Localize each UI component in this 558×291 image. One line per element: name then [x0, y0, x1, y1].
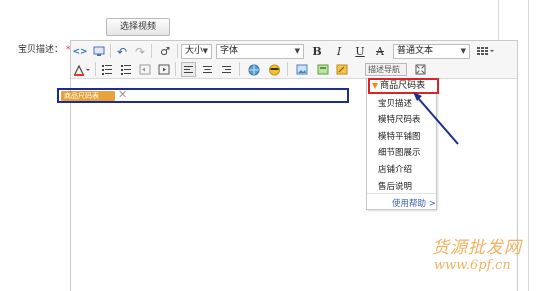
watermark-text: 货源批发网	[432, 238, 522, 258]
watermark-url: www.6pf.cn	[434, 258, 511, 273]
